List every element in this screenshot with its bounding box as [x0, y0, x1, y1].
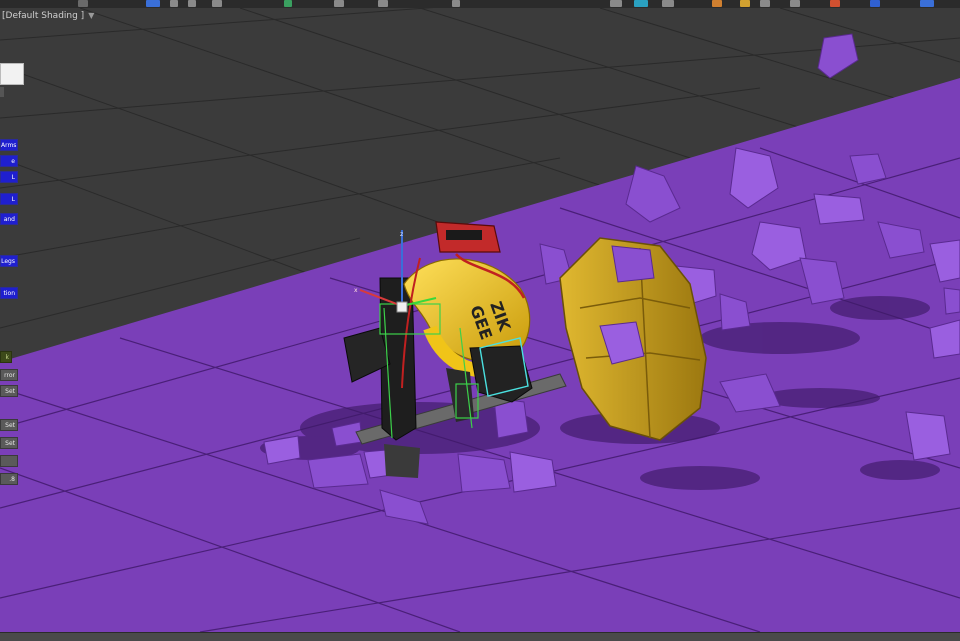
arms-button[interactable]: Arms — [0, 139, 18, 151]
move-icon[interactable] — [146, 0, 160, 7]
gizmo-x-label: x — [354, 287, 358, 294]
select-icon[interactable] — [78, 0, 88, 7]
character-picker-panel: Arms e L L and Legs tion k rror Set Set … — [0, 63, 24, 493]
blank-button[interactable] — [0, 455, 18, 467]
set-button[interactable]: Set — [0, 385, 18, 397]
legs-button[interactable]: Legs — [0, 255, 18, 267]
material-editor-icon[interactable] — [662, 0, 674, 7]
panel-grip-icon[interactable] — [0, 87, 4, 97]
environment-icon[interactable] — [790, 0, 800, 7]
workspace-icon[interactable] — [920, 0, 934, 7]
render-target-icon[interactable] — [830, 0, 840, 7]
set-button[interactable]: Set — [0, 437, 18, 449]
picker-button[interactable]: L — [0, 193, 18, 205]
hand-button[interactable]: and — [0, 213, 18, 225]
snap-icon[interactable] — [212, 0, 222, 7]
render-production-icon[interactable] — [740, 0, 750, 7]
material-icon[interactable] — [452, 0, 460, 7]
picker-button[interactable]: e — [0, 155, 18, 167]
motion-button[interactable]: tion — [0, 287, 18, 299]
lock-button[interactable]: k — [0, 351, 12, 363]
perspective-viewport[interactable]: GEE ZIK z x [Default Shading] ▼ Arms e … — [0, 8, 960, 632]
render-icon[interactable] — [378, 0, 388, 7]
curve-editor-icon[interactable] — [610, 0, 622, 7]
value-button[interactable]: .8 — [0, 473, 18, 485]
set-button[interactable]: Set — [0, 419, 18, 431]
funnel-icon[interactable]: ▼ — [88, 11, 94, 20]
mirror-button[interactable]: rror — [0, 369, 18, 381]
picker-button[interactable]: L — [0, 171, 18, 183]
gizmo-z-label: z — [400, 231, 403, 238]
viewport-shading-label[interactable]: [Default Shading ] — [2, 11, 84, 21]
viewport-scene[interactable]: GEE ZIK z x — [0, 8, 960, 632]
rotate-icon[interactable] — [170, 0, 178, 7]
layer-icon[interactable] — [284, 0, 292, 7]
panel-header-swatch[interactable] — [0, 63, 24, 85]
render-setup-icon[interactable] — [334, 0, 344, 7]
viewport-label[interactable]: [Default Shading ] ▼ — [2, 11, 94, 21]
render-iterative-icon[interactable] — [760, 0, 770, 7]
render-frame-icon[interactable] — [712, 0, 722, 7]
scale-icon[interactable] — [188, 0, 196, 7]
schematic-icon[interactable] — [634, 0, 648, 7]
viewport-render-icon[interactable] — [870, 0, 880, 7]
